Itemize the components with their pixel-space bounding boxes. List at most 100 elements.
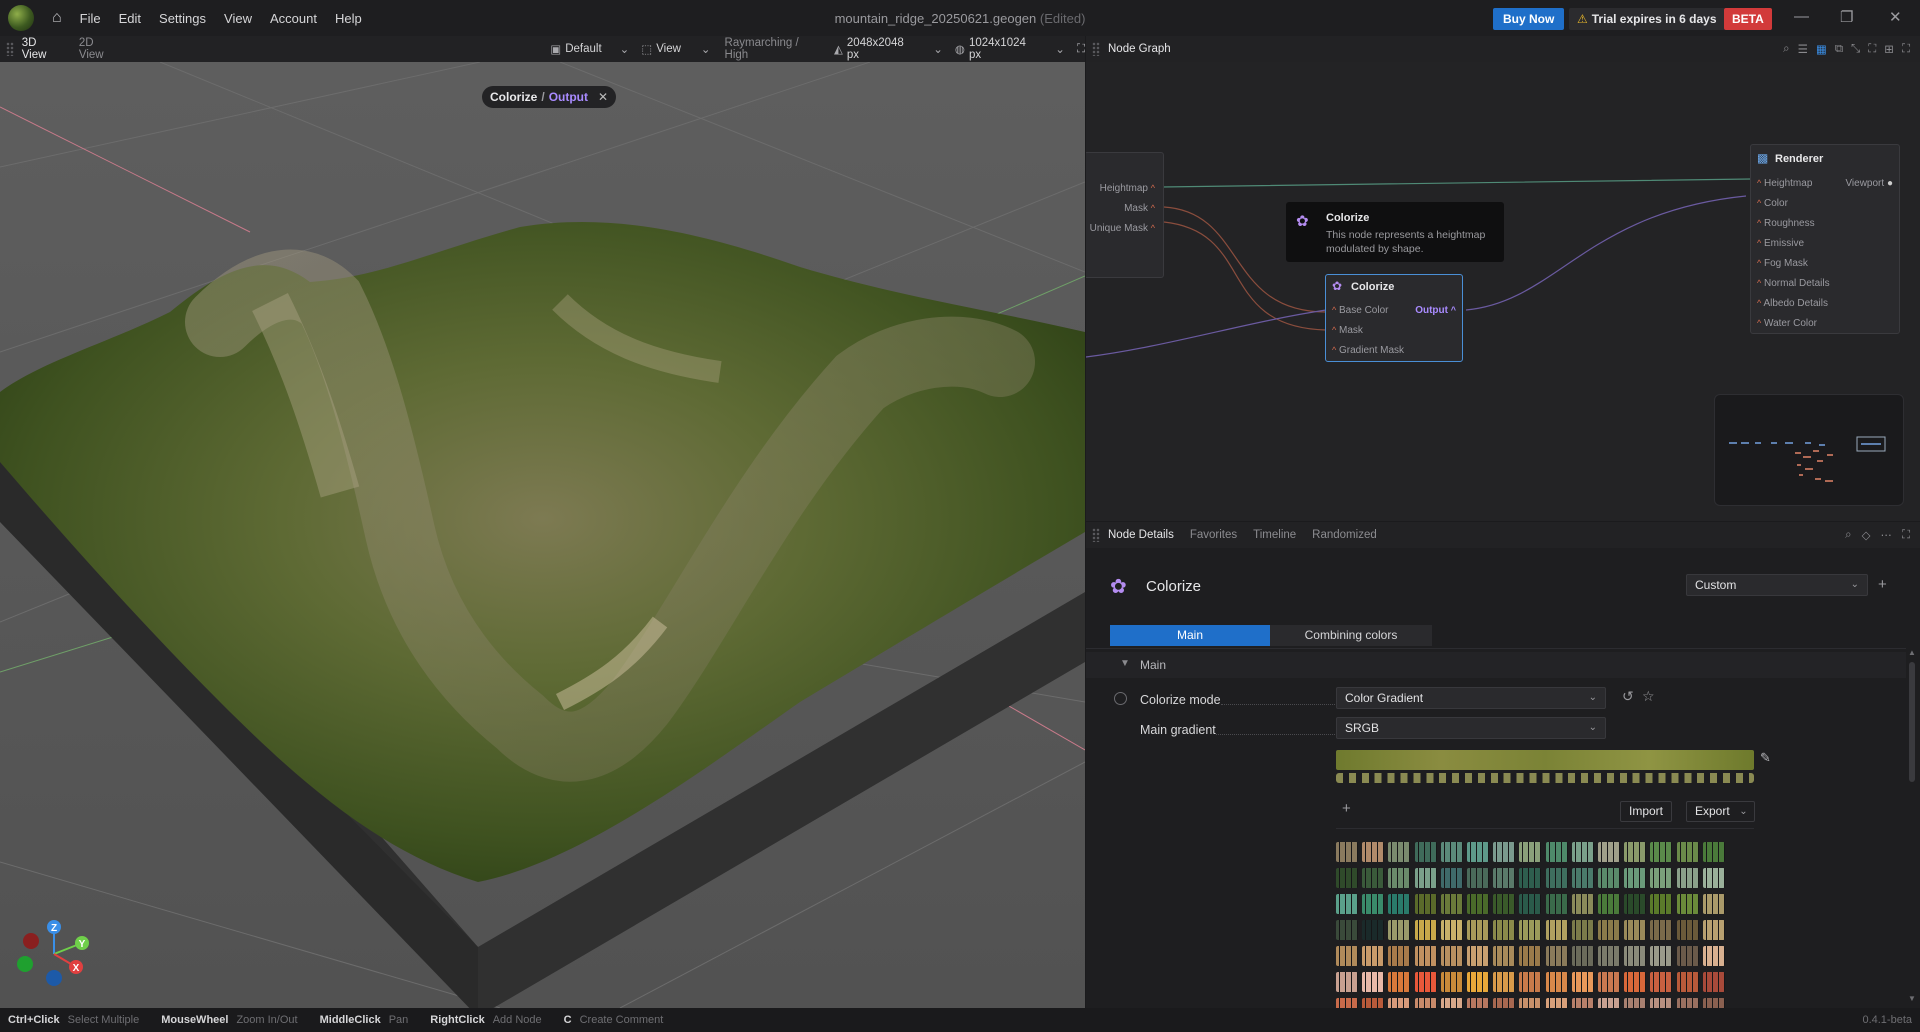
gradient-preset-swatch[interactable] xyxy=(1336,972,1358,992)
gradient-preset-swatch[interactable] xyxy=(1336,946,1358,966)
gradient-preset-swatch[interactable] xyxy=(1519,868,1542,888)
more-icon[interactable]: ⋯ xyxy=(1880,528,1892,542)
gradient-preset-swatch[interactable] xyxy=(1362,894,1385,914)
gradient-preset-swatch[interactable] xyxy=(1440,998,1463,1008)
layout-icon[interactable]: ▦ xyxy=(1816,42,1827,56)
scroll-up-icon[interactable]: ▲ xyxy=(1908,648,1916,657)
gradient-preset-swatch[interactable] xyxy=(1571,842,1594,862)
scrollbar[interactable]: ▲ ▼ xyxy=(1908,648,1916,1003)
collapse-icon[interactable]: ⤡ xyxy=(1851,43,1860,56)
gradient-stops[interactable] xyxy=(1336,773,1754,783)
gradient-preset-swatch[interactable] xyxy=(1362,842,1385,862)
colorize-mode-dropdown[interactable]: Color Gradient ⌄ xyxy=(1336,687,1606,709)
gradient-preset-swatch[interactable] xyxy=(1519,998,1542,1008)
gradient-preset-swatch[interactable] xyxy=(1336,842,1358,862)
tab-3d-view[interactable]: 3D View xyxy=(14,37,71,61)
gradient-preset-swatch[interactable] xyxy=(1598,920,1620,940)
gradient-preset-swatch[interactable] xyxy=(1571,998,1594,1008)
gradient-space-dropdown[interactable]: SRGB ⌄ xyxy=(1336,717,1606,739)
gradient-preset-swatch[interactable] xyxy=(1414,998,1437,1008)
port-heightmap[interactable]: ^ Heightmap xyxy=(1757,178,1812,189)
camera-preset-dropdown[interactable]: ▣ Default ⌄ xyxy=(550,42,629,56)
panel-grip-icon[interactable] xyxy=(1092,528,1100,542)
gradient-preset-swatch[interactable] xyxy=(1336,894,1358,914)
view-dropdown[interactable]: ⬚ View ⌄ xyxy=(641,42,710,56)
gradient-preset-swatch[interactable] xyxy=(1598,998,1620,1008)
tab-timeline[interactable]: Timeline xyxy=(1245,529,1304,541)
gradient-preset-swatch[interactable] xyxy=(1493,972,1516,992)
gradient-preset-swatch[interactable] xyxy=(1545,868,1568,888)
gradient-preset-swatch[interactable] xyxy=(1414,946,1437,966)
fullscreen-icon[interactable]: ⛶ xyxy=(1902,43,1910,56)
gradient-preset-swatch[interactable] xyxy=(1545,894,1568,914)
tab-combining-colors[interactable]: Combining colors xyxy=(1270,625,1432,646)
gradient-preset-swatch[interactable] xyxy=(1362,998,1385,1008)
gradient-preset-swatch[interactable] xyxy=(1493,842,1516,862)
gradient-preset-swatch[interactable] xyxy=(1440,868,1463,888)
gradient-preset-swatch[interactable] xyxy=(1519,894,1542,914)
scrollbar-thumb[interactable] xyxy=(1909,662,1915,782)
gradient-preset-swatch[interactable] xyxy=(1676,868,1699,888)
gradient-preset-swatch[interactable] xyxy=(1519,972,1542,992)
menu-file[interactable]: File xyxy=(80,11,101,26)
tab-node-details[interactable]: Node Details xyxy=(1100,529,1182,541)
port-gradient-mask[interactable]: ^ Gradient Mask xyxy=(1332,345,1404,356)
gradient-preset-swatch[interactable] xyxy=(1493,998,1516,1008)
list-icon[interactable]: ☰ xyxy=(1798,42,1808,56)
gradient-preset-swatch[interactable] xyxy=(1624,998,1647,1008)
port-base-color[interactable]: ^ Base Color xyxy=(1332,305,1388,316)
gradient-preset-swatch[interactable] xyxy=(1493,920,1516,940)
menu-account[interactable]: Account xyxy=(270,11,317,26)
port-heightmap[interactable]: Heightmap ^ xyxy=(1100,183,1155,194)
import-button[interactable]: Import xyxy=(1620,801,1673,822)
gradient-preset-swatch[interactable] xyxy=(1702,946,1725,966)
gradient-preset-swatch[interactable] xyxy=(1414,920,1437,940)
gradient-preset-swatch[interactable] xyxy=(1650,894,1673,914)
panel-grip-icon[interactable] xyxy=(1092,42,1100,56)
gradient-preset-swatch[interactable] xyxy=(1467,946,1489,966)
gradient-preset-swatch[interactable] xyxy=(1519,920,1542,940)
gradient-bar[interactable] xyxy=(1336,750,1754,770)
gradient-preset-swatch[interactable] xyxy=(1493,894,1516,914)
gradient-preset-swatch[interactable] xyxy=(1519,946,1542,966)
gradient-preset-swatch[interactable] xyxy=(1702,868,1725,888)
tab-2d-view[interactable]: 2D View xyxy=(71,37,128,61)
gradient-preset-swatch[interactable] xyxy=(1650,920,1673,940)
port-mask[interactable]: ^ Mask xyxy=(1332,325,1363,336)
port-unique-mask[interactable]: Unique Mask ^ xyxy=(1090,223,1155,234)
gradient-preset-swatch[interactable] xyxy=(1440,972,1463,992)
maximize-icon[interactable]: ❐ xyxy=(1840,8,1853,26)
gradient-preset-swatch[interactable] xyxy=(1545,946,1568,966)
gradient-preset-swatch[interactable] xyxy=(1676,842,1699,862)
gradient-preset-swatch[interactable] xyxy=(1388,894,1411,914)
gradient-preset-swatch[interactable] xyxy=(1545,842,1568,862)
diamond-icon[interactable]: ◇ xyxy=(1862,528,1871,542)
colorize-node[interactable]: ✿ Colorize ^ Base Color Output ^ ^ Mask … xyxy=(1325,274,1463,362)
gradient-preset-swatch[interactable] xyxy=(1362,920,1385,940)
gradient-preset-swatch[interactable] xyxy=(1388,946,1411,966)
star-icon[interactable]: ☆ xyxy=(1642,688,1655,705)
add-gradient-icon[interactable]: + xyxy=(1342,800,1351,817)
fullscreen-icon[interactable]: ⛶ xyxy=(1902,529,1910,542)
gradient-preset-swatch[interactable] xyxy=(1440,920,1463,940)
gradient-preset-swatch[interactable] xyxy=(1414,868,1437,888)
frame-icon[interactable]: ⛶ xyxy=(1868,43,1876,56)
gradient-preset-swatch[interactable] xyxy=(1650,972,1673,992)
gradient-preset-swatch[interactable] xyxy=(1702,920,1725,940)
gradient-preset-swatch[interactable] xyxy=(1440,946,1463,966)
buy-now-button[interactable]: Buy Now xyxy=(1493,8,1565,30)
gradient-preset-swatch[interactable] xyxy=(1598,868,1620,888)
gradient-preset-swatch[interactable] xyxy=(1702,998,1725,1008)
menu-help[interactable]: Help xyxy=(335,11,362,26)
resolution-dropdown[interactable]: ◭ 2048x2048 px ⌄ xyxy=(834,37,943,61)
gradient-preset-swatch[interactable] xyxy=(1598,972,1620,992)
home-icon[interactable]: ⌂ xyxy=(52,9,62,27)
gradient-preset-swatch[interactable] xyxy=(1362,868,1385,888)
gradient-preset-swatch[interactable] xyxy=(1519,842,1542,862)
close-icon[interactable]: ✕ xyxy=(1889,8,1902,26)
export-button[interactable]: Export ⌄ xyxy=(1686,801,1755,822)
gradient-preset-swatch[interactable] xyxy=(1702,842,1725,862)
gradient-preset-swatch[interactable] xyxy=(1676,946,1699,966)
mode-radio[interactable] xyxy=(1114,692,1127,705)
gradient-preset-swatch[interactable] xyxy=(1702,972,1725,992)
